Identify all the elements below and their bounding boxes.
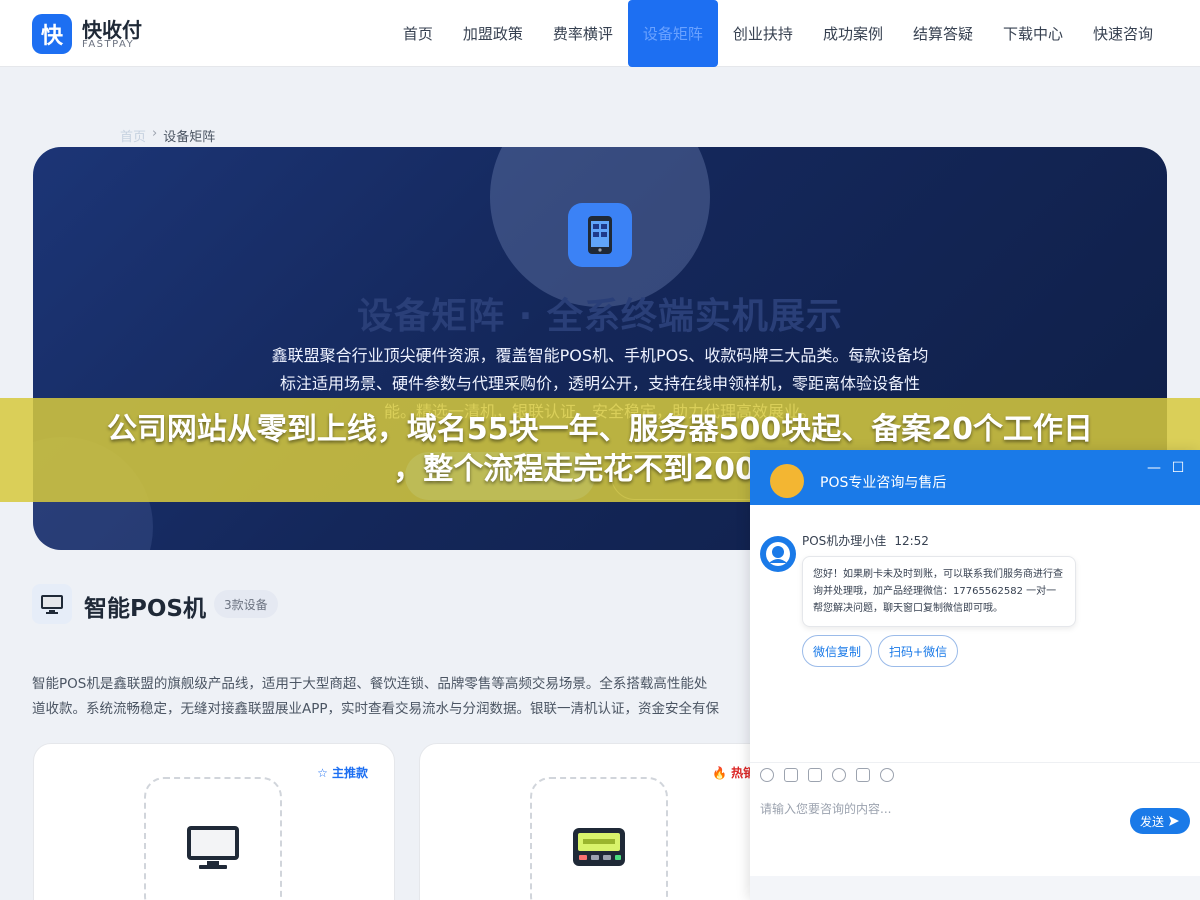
rating-icon[interactable]	[832, 768, 846, 782]
site-header: 快 快收付 FASTPAY 首页 加盟政策 费率横评 设备矩阵 创业扶持 成功案…	[0, 0, 1200, 67]
chat-logo	[770, 464, 804, 498]
screenshot-icon[interactable]	[808, 768, 822, 782]
send-icon	[1169, 816, 1179, 826]
nav-rate-comparison[interactable]: 费率横评	[538, 0, 628, 67]
nav-success-cases[interactable]: 成功案例	[808, 0, 898, 67]
copy-wechat-button[interactable]: 微信复制	[802, 635, 873, 667]
product-image	[144, 777, 282, 900]
hot-tag: 🔥 热销	[712, 766, 756, 780]
chat-footer	[750, 876, 1200, 900]
agent-avatar	[760, 536, 796, 572]
sound-icon[interactable]	[856, 768, 870, 782]
breadcrumb-current: 设备矩阵	[163, 130, 216, 145]
monitor-icon	[187, 826, 239, 869]
overlay-banner-line1: 公司网站从零到上线，域名55块一年、服务器500块起、备案20个工作日	[106, 412, 1094, 447]
agent-name: POS机办理小佳 12:52	[802, 532, 929, 549]
maximize-button[interactable]: ☐	[1170, 460, 1186, 476]
chat-actions: 微信复制 扫码+微信	[802, 635, 959, 667]
minimize-button[interactable]: —	[1146, 460, 1162, 476]
nav-device-matrix-label: 设备矩阵	[642, 25, 703, 43]
section-description-line1: 智能POS机是鑫联盟的旗舰级产品线，适用于大型商超、餐饮连锁、品牌零售等高频交易…	[32, 676, 708, 692]
section-description-line2: 道收款。系统流畅稳定，无缝对接鑫联盟展业APP，实时查看交易流水与分润数据。银联…	[32, 701, 720, 717]
recommended-tag: ☆ 主推款	[317, 766, 368, 780]
monitor-icon	[32, 584, 72, 624]
phone-icon	[568, 203, 632, 267]
product-card[interactable]: ☆ 主推款	[33, 743, 395, 900]
chat-divider	[750, 762, 1200, 763]
nav-device-matrix[interactable]: 设备矩阵	[627, 0, 718, 67]
main-nav: 首页 加盟政策 费率横评 设备矩阵 创业扶持 成功案例 结算答疑 下载中心 快速…	[388, 0, 1168, 67]
section-description: 智能POS机是鑫联盟的旗舰级产品线，适用于大型商超、餐饮连锁、品牌零售等高频交易…	[32, 672, 762, 722]
image-icon[interactable]	[784, 768, 798, 782]
chat-header-title: POS专业咨询与售后	[820, 475, 947, 491]
agent-name-text: POS机办理小佳	[802, 534, 887, 548]
product-image	[530, 777, 668, 900]
nav-startup-support[interactable]: 创业扶持	[718, 0, 808, 67]
product-card[interactable]: 🔥 热销	[419, 743, 779, 900]
section-title: 智能POS机	[84, 596, 206, 622]
chat-widget: POS专业咨询与售后 — ☐ POS机办理小佳 12:52 您好！如果刷卡未及时到…	[750, 450, 1200, 900]
pos-terminal-icon	[573, 828, 625, 866]
send-button[interactable]: 发送	[1130, 808, 1190, 834]
send-label: 发送	[1139, 814, 1164, 829]
wechat-icon[interactable]	[880, 768, 894, 782]
breadcrumb: 首页 › 设备矩阵	[120, 126, 215, 145]
chat-input[interactable]: 请输入您要咨询的内容...	[760, 800, 1120, 817]
scan-wechat-button[interactable]: 扫码+微信	[878, 635, 959, 667]
nav-franchise-policy[interactable]: 加盟政策	[448, 0, 538, 67]
nav-quick-consult[interactable]: 快速咨询	[1078, 0, 1168, 67]
brand-subtitle: FASTPAY	[82, 39, 135, 50]
breadcrumb-home[interactable]: 首页	[120, 126, 146, 145]
chat-toolbar	[760, 768, 894, 782]
device-count-badge: 3款设备	[214, 590, 278, 618]
message-time: 12:52	[894, 534, 929, 548]
logo[interactable]: 快	[32, 14, 72, 54]
nav-home[interactable]: 首页	[388, 0, 448, 67]
chat-header: POS专业咨询与售后 — ☐	[750, 450, 1200, 505]
hero-title: 设备矩阵 · 全系终端实机展示	[357, 296, 843, 337]
emoji-icon[interactable]	[760, 768, 774, 782]
breadcrumb-separator: ›	[152, 126, 158, 141]
chat-message: 您好！如果刷卡未及时到账，可以联系我们服务商进行查询并处理哦，加产品经理微信：1…	[802, 556, 1076, 627]
nav-downloads[interactable]: 下载中心	[988, 0, 1078, 67]
nav-settlement-faq[interactable]: 结算答疑	[898, 0, 988, 67]
